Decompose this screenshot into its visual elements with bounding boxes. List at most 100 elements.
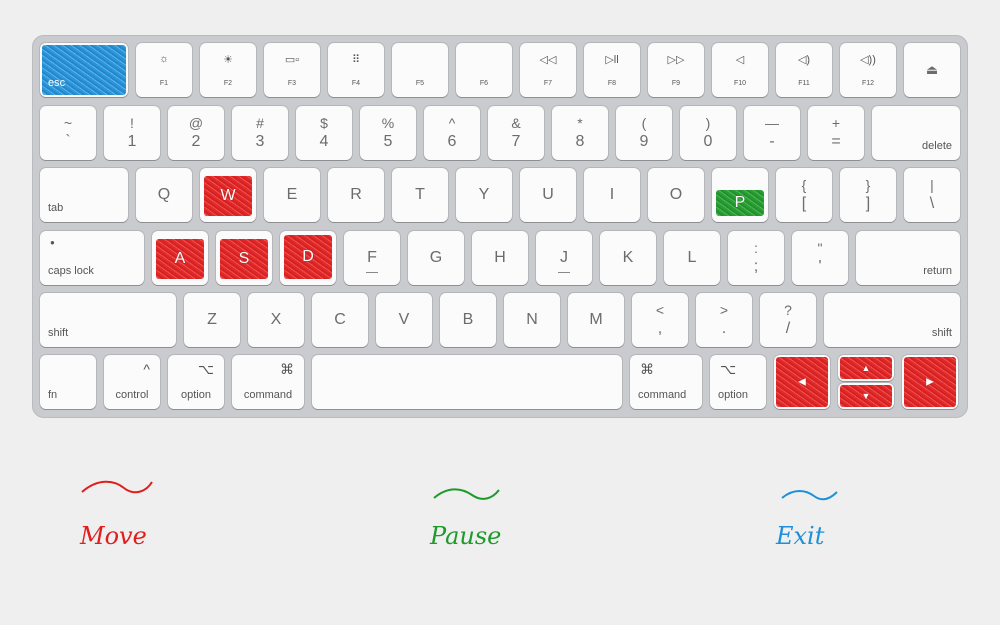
key-g[interactable]: G [408,231,464,285]
key-lower: 7 [511,133,521,150]
key-w[interactable]: W [200,168,256,222]
key-k[interactable]: K [600,231,656,285]
key-f[interactable]: F [344,231,400,285]
key-n[interactable]: N [504,293,560,347]
key-letter: U [542,186,554,203]
key-f7[interactable]: ◁◁ F7 [520,43,576,97]
key-period[interactable]: > . [696,293,752,347]
key-2[interactable]: @ 2 [168,106,224,160]
key-arrow-up[interactable]: ▲ [838,355,894,381]
key-9[interactable]: ( 9 [616,106,672,160]
key-lower: [ [801,195,807,212]
key-8[interactable]: * 8 [552,106,608,160]
key-7[interactable]: & 7 [488,106,544,160]
key-return[interactable]: return [856,231,960,285]
key-t[interactable]: T [392,168,448,222]
key-p[interactable]: P [712,168,768,222]
key-lower: \ [929,195,935,212]
key-letter: I [609,186,615,203]
key-fn-label: fn [48,389,58,401]
key-f12[interactable]: ◁)) F12 [840,43,896,97]
key-comma[interactable]: < , [632,293,688,347]
key-command-left[interactable]: ⌘ command [232,355,304,409]
key-semicolon[interactable]: : ; [728,231,784,285]
key-f11[interactable]: ◁) F11 [776,43,832,97]
key-h[interactable]: H [472,231,528,285]
key-arrow-left[interactable]: ◀ [774,355,830,409]
key-command-right[interactable]: ⌘ command [630,355,702,409]
key-esc-label: esc [48,77,66,89]
key-option-right[interactable]: ⌥ option [710,355,766,409]
key-4[interactable]: $ 4 [296,106,352,160]
key-shift-left[interactable]: shift [40,293,176,347]
key-arrow-down[interactable]: ▼ [838,383,894,409]
key-letter: P [734,194,746,211]
key-fn[interactable]: fn [40,355,96,409]
key-s[interactable]: S [216,231,272,285]
key-f1[interactable]: ☼ F1 [136,43,192,97]
key-z[interactable]: Z [184,293,240,347]
play-pause-icon: ▷ll [605,54,619,66]
option-icon: ⌥ [197,361,214,377]
key-space[interactable] [312,355,622,409]
key-o[interactable]: O [648,168,704,222]
key-lower: , [657,320,663,337]
key-upper: } [865,177,871,193]
key-3[interactable]: # 3 [232,106,288,160]
key-option-left[interactable]: ⌥ option [168,355,224,409]
key-minus[interactable]: — - [744,106,800,160]
key-upper: ) [705,115,711,131]
key-1[interactable]: ! 1 [104,106,160,160]
key-v[interactable]: V [376,293,432,347]
key-upper: < [655,302,665,318]
key-letter: L [687,249,697,266]
key-backslash[interactable]: | \ [904,168,960,222]
key-u[interactable]: U [520,168,576,222]
key-m[interactable]: M [568,293,624,347]
key-f4[interactable]: ⠿ F4 [328,43,384,97]
key-a[interactable]: A [152,231,208,285]
key-lower: 5 [383,133,393,150]
key-r[interactable]: R [328,168,384,222]
key-b[interactable]: B [440,293,496,347]
key-caps-lock[interactable]: ● caps lock [40,231,144,285]
key-lower: 2 [191,133,201,150]
key-e[interactable]: E [264,168,320,222]
key-letter: C [334,311,346,328]
key-q[interactable]: Q [136,168,192,222]
key-6[interactable]: ^ 6 [424,106,480,160]
key-0[interactable]: ) 0 [680,106,736,160]
key-i[interactable]: I [584,168,640,222]
legend-exit: Exit [776,522,825,550]
key-f2[interactable]: ☀ F2 [200,43,256,97]
key-c[interactable]: C [312,293,368,347]
key-f9[interactable]: ▷▷ F9 [648,43,704,97]
key-y[interactable]: Y [456,168,512,222]
key-letter: A [174,250,186,267]
key-equals[interactable]: + = [808,106,864,160]
key-x[interactable]: X [248,293,304,347]
key-lower: ] [865,195,871,212]
key-5[interactable]: % 5 [360,106,416,160]
key-tab[interactable]: tab [40,168,128,222]
key-l[interactable]: L [664,231,720,285]
key-quote[interactable]: " ' [792,231,848,285]
key-slash[interactable]: ? / [760,293,816,347]
key-f6[interactable]: F6 [456,43,512,97]
key-f10[interactable]: ◁ F10 [712,43,768,97]
key-bracket-close[interactable]: } ] [840,168,896,222]
key-backtick[interactable]: ~ ` [40,106,96,160]
legend-move: Move [80,522,147,550]
key-eject[interactable]: ⏏ [904,43,960,97]
key-esc[interactable]: esc [40,43,128,97]
key-shift-right[interactable]: shift [824,293,960,347]
key-arrow-right[interactable]: ▶ [902,355,958,409]
key-f3[interactable]: ▭▫ F3 [264,43,320,97]
key-delete[interactable]: delete [872,106,960,160]
key-f5[interactable]: F5 [392,43,448,97]
key-control[interactable]: ^ control [104,355,160,409]
key-bracket-open[interactable]: { [ [776,168,832,222]
key-j[interactable]: J [536,231,592,285]
key-f8[interactable]: ▷ll F8 [584,43,640,97]
key-d[interactable]: D [280,231,336,285]
